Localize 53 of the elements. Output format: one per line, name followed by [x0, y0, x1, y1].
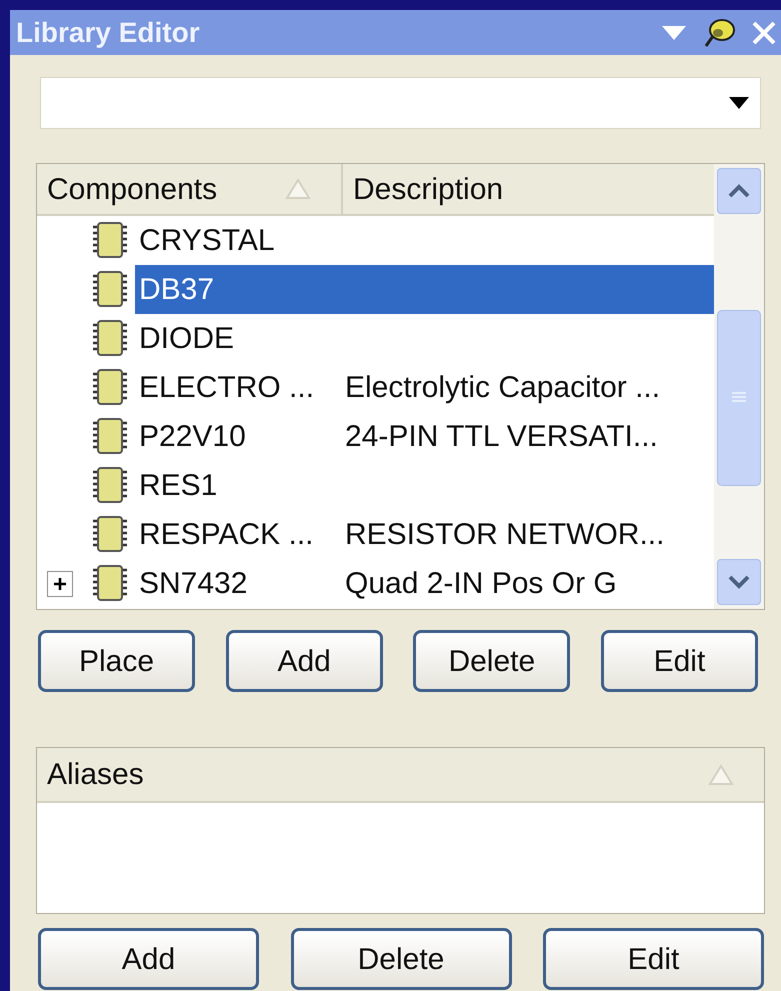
chip-icon	[91, 416, 129, 456]
dropdown-icon[interactable]	[659, 24, 689, 42]
panel-title: Library Editor	[16, 16, 201, 50]
component-description: Electrolytic Capacitor ...	[345, 370, 660, 406]
column-header[interactable]: Aliases	[37, 748, 764, 801]
component-row[interactable]: RESPACK ... RESISTOR NETWOR...	[135, 510, 714, 559]
component-row[interactable]: ELECTRO ... Electrolytic Capacitor ...	[135, 363, 714, 412]
scrollbar[interactable]	[714, 164, 764, 609]
chip-icon	[91, 564, 129, 604]
component-name: CRYSTAL	[138, 223, 276, 259]
scroll-down-button[interactable]	[717, 559, 761, 605]
component-row[interactable]: CRYSTAL	[135, 216, 714, 265]
chip-icon	[91, 318, 129, 358]
chip-icon	[91, 220, 129, 260]
component-description: 24-PIN TTL VERSATI...	[345, 419, 658, 455]
component-row[interactable]: DB37	[135, 265, 714, 314]
action-button[interactable]: Edit	[543, 928, 764, 990]
component-row[interactable]: P22V10 24-PIN TTL VERSATI...	[135, 412, 714, 461]
chip-icon	[91, 466, 129, 506]
component-name: DB37	[138, 272, 216, 308]
chevron-up-icon	[728, 184, 750, 198]
component-description: RESISTOR NETWOR...	[345, 517, 664, 553]
component-name: RES1	[138, 468, 218, 504]
grip-icon	[731, 391, 747, 405]
component-row[interactable]: RES1	[135, 461, 714, 510]
component-row[interactable]: SN7432 Quad 2-IN Pos Or G	[135, 559, 714, 608]
column-header[interactable]: Components	[37, 164, 343, 214]
chip-icon	[91, 514, 129, 554]
action-button[interactable]: Delete	[413, 630, 570, 692]
library-dropdown[interactable]	[40, 77, 761, 129]
component-name: ELECTRO ...	[138, 370, 316, 406]
action-button[interactable]: Delete	[290, 928, 512, 990]
component-name: SN7432	[138, 566, 248, 602]
chevron-down-icon	[728, 575, 750, 589]
action-button[interactable]: Add	[38, 928, 259, 990]
component-description: Quad 2-IN Pos Or G	[345, 566, 617, 602]
chip-icon	[91, 368, 129, 408]
action-button[interactable]: Add	[226, 630, 383, 692]
expand-icon[interactable]	[47, 570, 73, 596]
action-button[interactable]: Edit	[600, 630, 758, 692]
sort-arrow-icon	[708, 764, 734, 786]
scroll-thumb[interactable]	[717, 310, 761, 486]
action-button[interactable]: Place	[38, 630, 195, 692]
column-header[interactable]: Description	[343, 164, 714, 214]
chip-icon	[91, 270, 129, 310]
component-name: RESPACK ...	[138, 517, 314, 553]
component-name: P22V10	[138, 419, 247, 455]
scroll-up-button[interactable]	[717, 168, 761, 214]
dropdown-arrow-icon	[728, 96, 750, 110]
close-icon[interactable]	[751, 20, 777, 46]
sort-arrow-icon	[285, 178, 311, 200]
component-name: DIODE	[138, 321, 236, 357]
component-row[interactable]: DIODE	[135, 314, 714, 363]
